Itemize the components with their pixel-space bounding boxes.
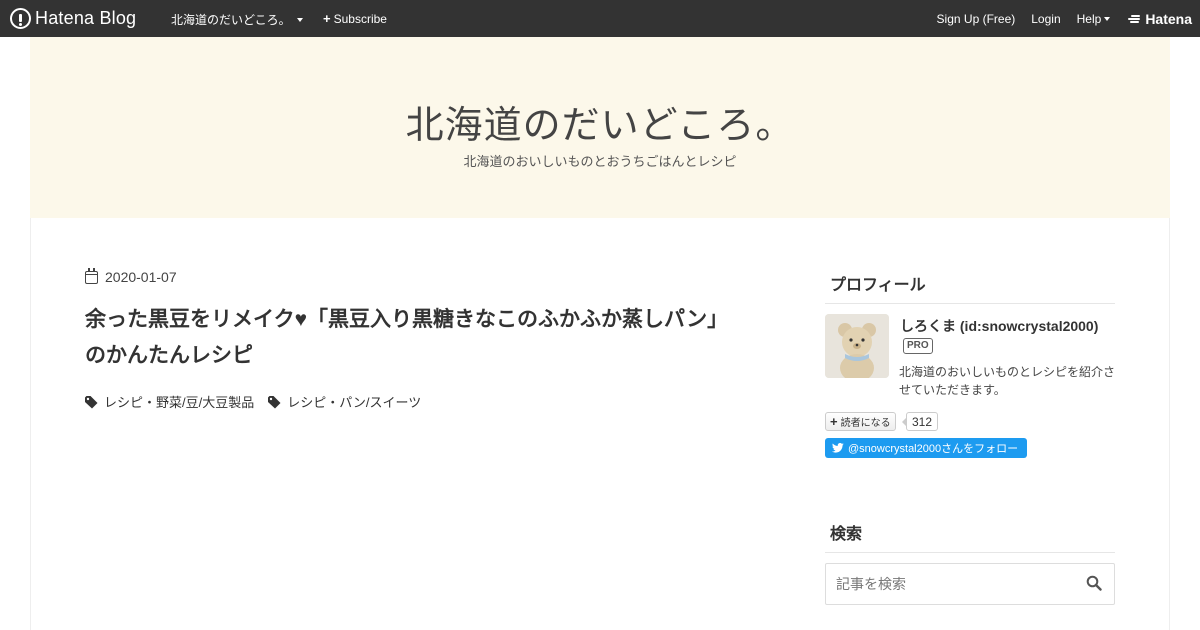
caret-down-icon [296, 17, 303, 22]
entry-title[interactable]: 余った黒豆をリメイク♥「黒豆入り黒糖きなこのふかふか蒸しパン」のかんたんレシピ [85, 302, 725, 374]
twitter-follow-label: @snowcrystal2000さんをフォロー [848, 443, 1019, 455]
entry-categories: レシピ・野菜/豆/大豆製品 レシピ・パン/スイーツ [85, 392, 435, 411]
category-link[interactable]: レシピ・野菜/豆/大豆製品 [85, 392, 254, 411]
profile-description: 北海道のおいしいものとレシピを紹介させていただきます。 [899, 365, 1116, 397]
teddy-bear-avatar-image [825, 314, 889, 378]
pro-badge[interactable]: PRO [903, 338, 933, 354]
global-header-bar: Hatena Blog 北海道のだいどころ。 + Subscribe Sign … [0, 0, 1200, 37]
blog-description: 北海道のおいしいものとおうちごはんとレシピ [463, 154, 737, 169]
help-menu[interactable]: Help [1077, 12, 1111, 26]
search-icon[interactable] [1086, 575, 1102, 591]
blog-title[interactable]: 北海道のだいどころ。 [30, 94, 1170, 149]
tag-icon [85, 395, 99, 408]
entry-date-text: 2020-01-07 [105, 269, 177, 285]
blog-name-label: 北海道のだいどころ。 [171, 13, 291, 27]
help-label: Help [1076, 12, 1102, 26]
search-heading: 検索 [825, 520, 1115, 553]
subscribe-reader-button[interactable]: + 読者になる [825, 412, 896, 431]
tag-icon [268, 395, 282, 408]
entry-date[interactable]: 2020-01-07 [85, 267, 177, 285]
caret-down-icon [1104, 17, 1111, 21]
profile-heading: プロフィール [825, 271, 1115, 304]
plus-icon: + [323, 11, 331, 26]
plus-icon: + [830, 414, 838, 429]
search-form [825, 563, 1115, 605]
signup-link[interactable]: Sign Up (Free) [937, 12, 1016, 26]
global-nav-right: Sign Up (Free) Login Help Hatena [937, 11, 1192, 27]
calendar-icon [85, 267, 98, 284]
avatar[interactable] [825, 314, 889, 378]
subscribe-button[interactable]: + Subscribe [323, 11, 387, 26]
subscribe-label: Subscribe [333, 11, 387, 26]
hatena-blog-logo[interactable]: Hatena Blog [10, 7, 136, 29]
login-link[interactable]: Login [1031, 12, 1060, 26]
hatena-logo-text: Hatena [1145, 11, 1192, 27]
twitter-bird-icon [832, 443, 844, 453]
hatena-logo-icon [1128, 14, 1142, 24]
search-input[interactable] [826, 564, 1066, 604]
twitter-follow-button[interactable]: @snowcrystal2000さんをフォロー [825, 438, 1027, 458]
category-label: レシピ・パン/スイーツ [287, 395, 422, 410]
category-label: レシピ・野菜/豆/大豆製品 [104, 395, 255, 410]
category-link[interactable]: レシピ・パン/スイーツ [268, 392, 421, 411]
blog-header: 北海道のだいどころ。 北海道のおいしいものとおうちごはんとレシピ [30, 37, 1170, 218]
reader-button-label: 読者になる [840, 418, 891, 429]
profile-name[interactable]: しろくま (id:snowcrystal2000) [900, 316, 1098, 336]
hatena-logo-link[interactable]: Hatena [1128, 11, 1192, 27]
hatena-blog-logo-icon [10, 7, 31, 29]
blog-name-menu[interactable]: 北海道のだいどころ。 [171, 11, 303, 28]
reader-count-badge: 312 [901, 412, 939, 431]
hatena-blog-logo-text: Hatena Blog [35, 7, 137, 28]
